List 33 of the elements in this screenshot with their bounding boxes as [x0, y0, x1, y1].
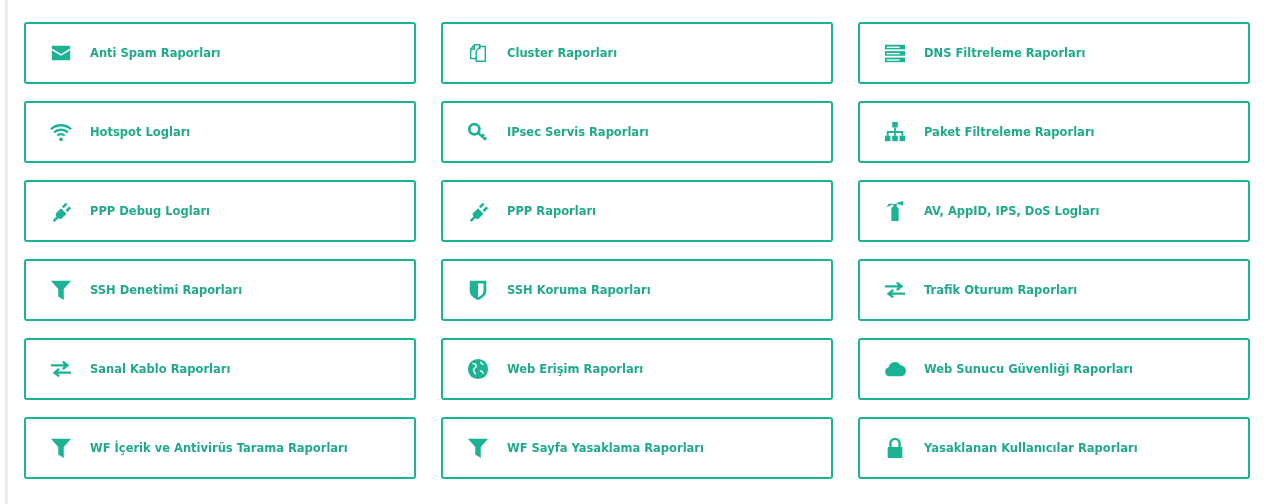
report-link[interactable]: Anti Spam Raporları — [24, 22, 416, 84]
report-link[interactable]: WF İçerik ve Antivirüs Tarama Raporları — [24, 417, 416, 479]
report-link[interactable]: AV, AppID, IPS, DoS Logları — [858, 180, 1250, 242]
server-icon — [884, 42, 906, 64]
report-link[interactable]: WF Sayfa Yasaklama Raporları — [441, 417, 833, 479]
filter-icon — [467, 437, 489, 459]
filter-icon — [50, 437, 72, 459]
extinguisher-icon — [884, 200, 906, 222]
key-icon — [467, 121, 489, 143]
report-link[interactable]: SSH Denetimi Raporları — [24, 259, 416, 321]
shield-icon — [467, 279, 489, 301]
report-link[interactable]: PPP Raporları — [441, 180, 833, 242]
globe-icon — [467, 358, 489, 380]
documents-icon — [467, 42, 489, 64]
report-link[interactable]: Hotspot Logları — [24, 101, 416, 163]
filter-icon — [50, 279, 72, 301]
report-link[interactable]: Web Erişim Raporları — [441, 338, 833, 400]
arrows-icon — [50, 358, 72, 380]
report-link[interactable]: DNS Filtreleme Raporları — [858, 22, 1250, 84]
plug-icon — [50, 200, 72, 222]
report-link[interactable]: Paket Filtreleme Raporları — [858, 101, 1250, 163]
arrows-icon — [884, 279, 906, 301]
report-link[interactable]: Sanal Kablo Raporları — [24, 338, 416, 400]
report-link[interactable]: Yasaklanan Kullanıcılar Raporları — [858, 417, 1250, 479]
report-link[interactable]: Cluster Raporları — [441, 22, 833, 84]
report-link[interactable]: Web Sunucu Güvenliği Raporları — [858, 338, 1250, 400]
wifi-icon — [50, 121, 72, 143]
report-link[interactable]: SSH Koruma Raporları — [441, 259, 833, 321]
report-link[interactable]: PPP Debug Logları — [24, 180, 416, 242]
report-link[interactable]: Trafik Oturum Raporları — [858, 259, 1250, 321]
plug-icon — [467, 200, 489, 222]
report-link[interactable]: IPsec Servis Raporları — [441, 101, 833, 163]
hierarchy-icon — [884, 121, 906, 143]
